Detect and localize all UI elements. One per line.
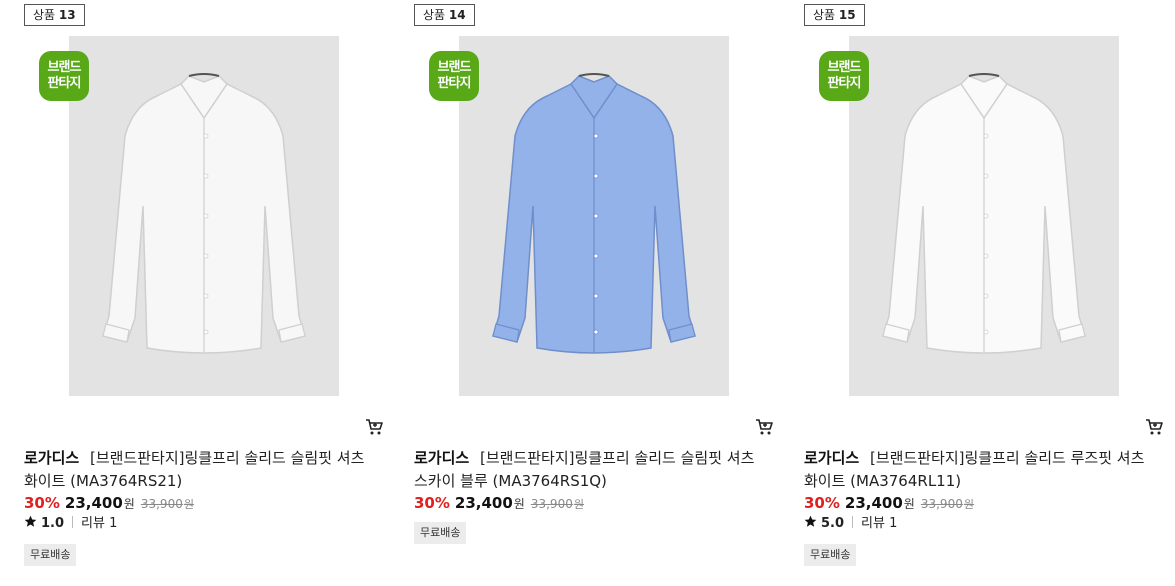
shirt-button (593, 253, 599, 259)
product-image[interactable] (849, 36, 1119, 396)
currency-unit: 원 (123, 497, 135, 511)
divider (852, 516, 854, 528)
product-name: [브랜드판타지]링클프리 솔리드 루즈핏 셔츠 (869, 449, 1145, 467)
original-price: 33,900 (140, 497, 183, 511)
tag-prefix: 상품 (423, 8, 446, 22)
badge-line: 판타지 (47, 76, 82, 91)
shirt-button (983, 133, 989, 139)
brand-fantasy-badge: 브랜드 판타지 (39, 51, 89, 101)
shirt-illustration (882, 73, 1086, 354)
badge-line: 브랜드 (437, 60, 472, 75)
shirt-illustration (492, 73, 696, 354)
sale-price: 23,400 (844, 494, 903, 512)
rating-score: 5.0 (821, 516, 845, 531)
tag-number: 14 (448, 8, 466, 22)
product-number-tag: 상품 14 (414, 4, 475, 26)
brand-name: 로가디스 (804, 449, 860, 467)
price-row: 30% 23,400원 33,900원 (24, 494, 194, 512)
price-row: 30% 23,400원 33,900원 (414, 494, 584, 512)
shirt-button (203, 329, 209, 335)
shirt-button (593, 173, 599, 179)
rating-score: 1.0 (41, 516, 65, 531)
free-shipping-badge: 무료배송 (804, 544, 857, 566)
divider (72, 516, 74, 528)
tag-prefix: 상품 (813, 8, 836, 22)
shirt-button (593, 329, 599, 335)
original-currency-unit: 원 (963, 498, 974, 511)
free-shipping-badge: 무료배송 (24, 544, 77, 566)
currency-unit: 원 (903, 497, 915, 511)
star-icon (804, 515, 817, 527)
shirt-button (983, 253, 989, 259)
product-title[interactable]: 로가디스 [브랜드판타지]링클프리 솔리드 슬림핏 셔츠 스카이 블루 (MA3… (414, 447, 766, 493)
currency-unit: 원 (513, 497, 525, 511)
shirt-button (593, 133, 599, 139)
free-shipping-badge: 무료배송 (414, 522, 467, 544)
brand-name: 로가디스 (24, 449, 80, 467)
badge-line: 브랜드 (47, 60, 82, 75)
shirt-button (593, 213, 599, 219)
shipping-label: 무료배송 (810, 548, 851, 561)
product-card[interactable]: 상품 13 브랜드 판타지 로가디스 [브랜드판타지]링클프리 솔리드 슬림핏 … (24, 0, 394, 586)
sale-price: 23,400 (454, 494, 513, 512)
shirt-label (578, 73, 610, 77)
shipping-label: 무료배송 (30, 548, 71, 561)
product-card[interactable]: 상품 14 브랜드 판타지 로가디스 [브랜드판타지]링클프리 솔리드 슬림핏 … (414, 0, 784, 586)
product-name-variant: 화이트 (MA3764RL11) (804, 472, 962, 490)
shirt-button (983, 173, 989, 179)
product-title[interactable]: 로가디스 [브랜드판타지]링클프리 솔리드 슬림핏 셔츠 화이트 (MA3764… (24, 447, 376, 493)
sale-price: 23,400 (64, 494, 123, 512)
badge-line: 판타지 (437, 76, 472, 91)
shirt-button (203, 293, 209, 299)
product-number-tag: 상품 15 (804, 4, 865, 26)
shirt-button (983, 213, 989, 219)
brand-name: 로가디스 (414, 449, 470, 467)
shirt-button (203, 133, 209, 139)
badge-line: 브랜드 (827, 60, 862, 75)
original-currency-unit: 원 (183, 498, 194, 511)
shirt-illustration (102, 73, 306, 354)
brand-fantasy-badge: 브랜드 판타지 (429, 51, 479, 101)
shirt-label (968, 73, 1000, 77)
original-price: 33,900 (920, 497, 963, 511)
price-row: 30% 23,400원 33,900원 (804, 494, 974, 512)
brand-fantasy-badge: 브랜드 판타지 (819, 51, 869, 101)
shipping-label: 무료배송 (420, 526, 461, 539)
tag-prefix: 상품 (33, 8, 56, 22)
product-name-variant: 화이트 (MA3764RS21) (24, 472, 183, 490)
shirt-button (203, 173, 209, 179)
product-name: [브랜드판타지]링클프리 솔리드 슬림핏 셔츠 (89, 449, 365, 467)
review-count: 리뷰 1 (81, 516, 118, 531)
shirt-button (593, 293, 599, 299)
badge-line: 판타지 (827, 76, 862, 91)
shirt-button (983, 293, 989, 299)
cart-icon[interactable] (754, 417, 774, 437)
product-image[interactable] (459, 36, 729, 396)
rating-row: 5.0 리뷰 1 (804, 515, 897, 532)
tag-number: 15 (838, 8, 856, 22)
product-number-tag: 상품 13 (24, 4, 85, 26)
tag-number: 13 (58, 8, 76, 22)
discount-rate: 30% (804, 494, 840, 512)
product-name-variant: 스카이 블루 (MA3764RS1Q) (414, 472, 607, 490)
cart-icon[interactable] (364, 417, 384, 437)
discount-rate: 30% (414, 494, 450, 512)
discount-rate: 30% (24, 494, 60, 512)
shirt-button (983, 329, 989, 335)
shirt-label (188, 73, 220, 77)
original-price: 33,900 (530, 497, 573, 511)
product-title[interactable]: 로가디스 [브랜드판타지]링클프리 솔리드 루즈핏 셔츠 화이트 (MA3764… (804, 447, 1156, 493)
review-count: 리뷰 1 (861, 516, 898, 531)
original-currency-unit: 원 (573, 498, 584, 511)
shirt-button (203, 213, 209, 219)
star-icon (24, 515, 37, 527)
shirt-button (203, 253, 209, 259)
product-card[interactable]: 상품 15 브랜드 판타지 로가디스 [브랜드판타지]링클프리 솔리드 루즈핏 … (804, 0, 1174, 586)
rating-row: 1.0 리뷰 1 (24, 515, 117, 532)
product-image[interactable] (69, 36, 339, 396)
product-name: [브랜드판타지]링클프리 솔리드 슬림핏 셔츠 (479, 449, 755, 467)
cart-icon[interactable] (1144, 417, 1164, 437)
